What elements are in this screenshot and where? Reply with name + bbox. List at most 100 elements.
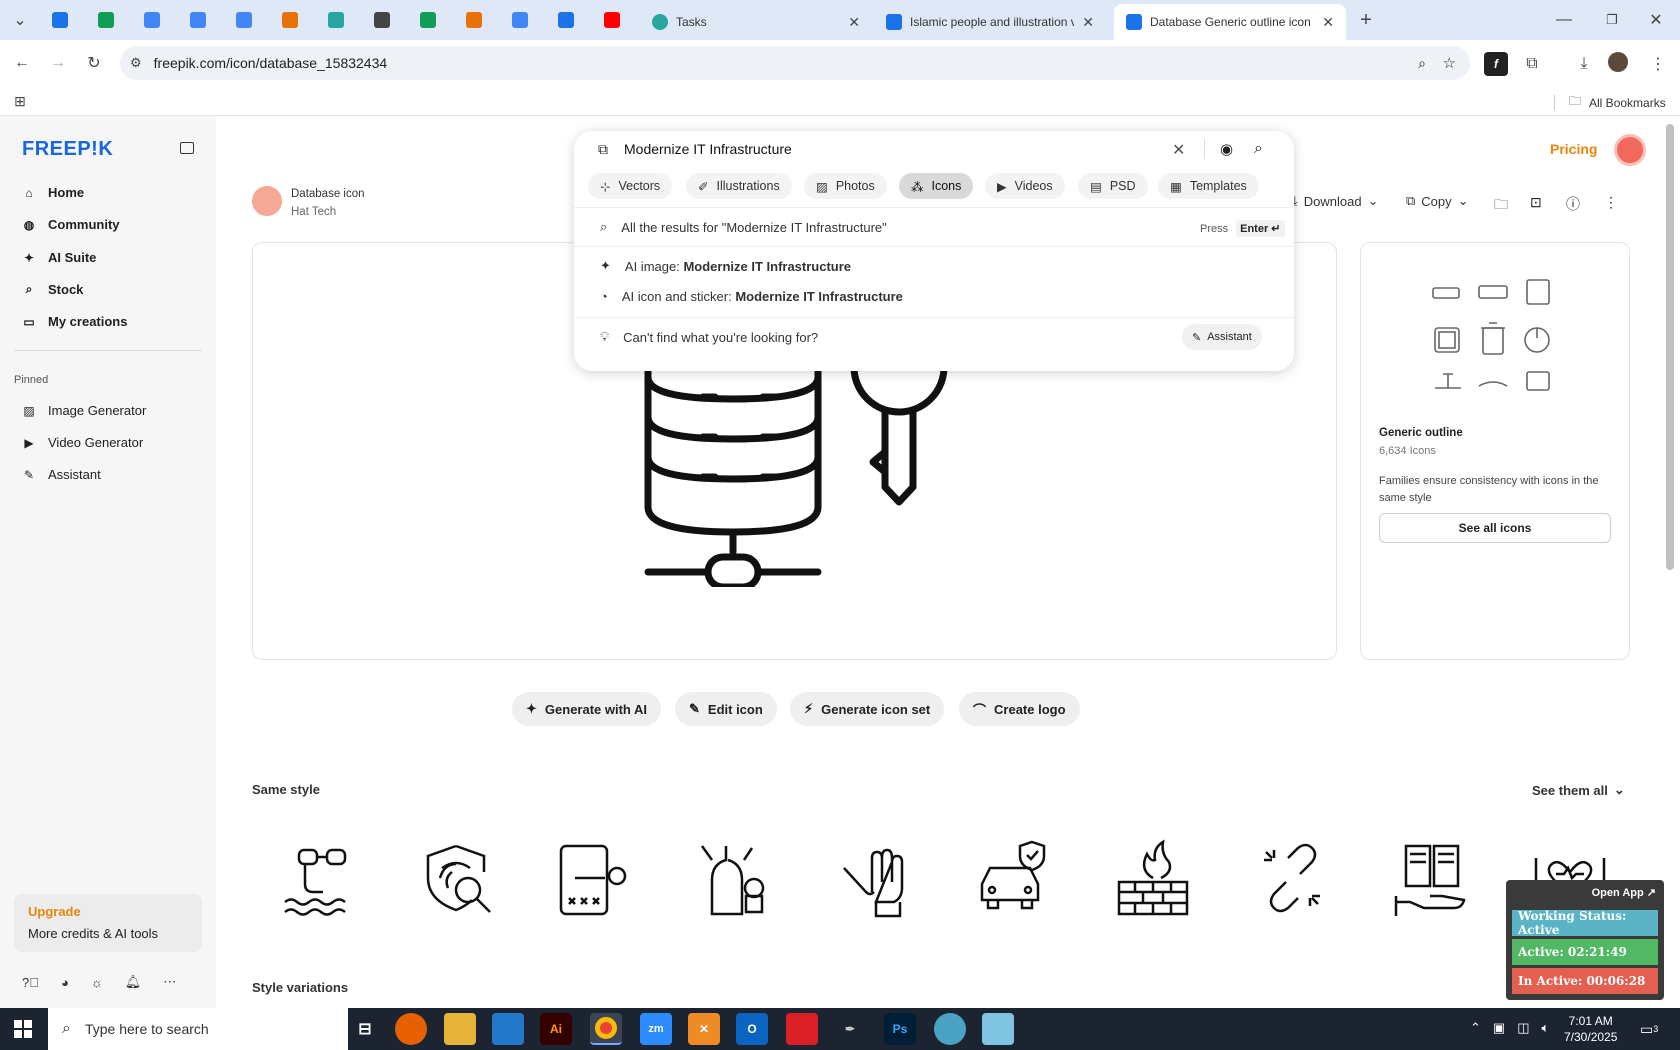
same-style-icon-phone-key[interactable] xyxy=(557,838,637,918)
site-info-icon[interactable]: ⚙ xyxy=(130,55,142,71)
close-icon[interactable]: ✕ xyxy=(848,14,860,31)
pinned-tab[interactable] xyxy=(366,6,398,34)
tray-chevron-icon[interactable]: ⌃ xyxy=(1470,1020,1481,1036)
url-text[interactable]: freepik.com/icon/database_15832434 xyxy=(154,55,388,71)
firefox-icon[interactable] xyxy=(395,1013,427,1045)
extension-fs-icon[interactable]: f xyxy=(1484,52,1508,76)
all-bookmarks[interactable]: 🗀 All Bookmarks xyxy=(1554,92,1666,113)
search-filter-icon[interactable]: ⧉ xyxy=(598,141,608,158)
profile-avatar[interactable] xyxy=(1608,52,1628,72)
pinned-tab[interactable] xyxy=(228,6,260,34)
upgrade-card[interactable]: Upgrade More credits & AI tools xyxy=(14,894,202,952)
tab-islamic-people[interactable]: Islamic people and illustration v ✕ xyxy=(874,4,1106,40)
restore-icon[interactable]: ❐ xyxy=(1600,8,1624,32)
help-icon[interactable]: ?⃝ xyxy=(22,975,39,990)
open-app-link[interactable]: Open App ↗ xyxy=(1592,886,1656,899)
taskbar-search-input[interactable]: Type here to search xyxy=(85,1021,209,1037)
tray-app-icon[interactable]: ▣ xyxy=(1493,1020,1505,1036)
pen-tool-icon[interactable]: ✒ xyxy=(834,1013,866,1045)
same-style-icon-firewall[interactable] xyxy=(1113,838,1193,918)
tab-database-icon[interactable]: Database Generic outline icon | ✕ xyxy=(1114,4,1346,40)
apps-grid-icon[interactable]: ⊞ xyxy=(8,89,32,113)
more-options-icon[interactable]: ⋮ xyxy=(1604,194,1618,211)
sidebar-item-ai-suite[interactable]: ✦ AI Suite xyxy=(22,250,96,265)
menu-kebab-icon[interactable]: ⋮ xyxy=(1646,52,1670,76)
theme-icon[interactable]: ☼ xyxy=(91,975,103,990)
sidebar-item-image-generator[interactable]: ▨ Image Generator xyxy=(22,403,146,418)
reload-icon[interactable]: ↻ xyxy=(82,51,106,75)
pinned-tab[interactable] xyxy=(596,6,628,34)
see-them-all-button[interactable]: See them all ⌄ xyxy=(1532,782,1625,798)
close-icon[interactable]: ✕ xyxy=(1082,14,1094,31)
new-tab-icon[interactable]: + xyxy=(1354,8,1378,32)
edit-icon-button[interactable]: ✎ Edit icon xyxy=(675,692,777,726)
windows-start-icon[interactable] xyxy=(14,1020,32,1038)
chip-illustrations[interactable]: ✐ Illustrations xyxy=(686,173,792,199)
assistant-button[interactable]: ✎ Assistant xyxy=(1182,324,1262,350)
discord-icon[interactable]: ◕ xyxy=(61,975,69,990)
taskbar-search[interactable]: ⌕ Type here to search xyxy=(48,1008,348,1050)
copy-button[interactable]: ⧉ Copy ⌄ xyxy=(1406,193,1469,209)
search-icon[interactable]: ⌕ xyxy=(1254,140,1263,158)
page-scrollbar[interactable] xyxy=(1666,124,1674,570)
volume-icon[interactable]: 🔈︎ xyxy=(1542,1020,1550,1036)
pinned-tab[interactable] xyxy=(412,6,444,34)
tab-tasks[interactable]: Tasks ✕ xyxy=(640,4,872,40)
download-button[interactable]: ⤓ Download ⌄ xyxy=(1292,193,1378,209)
chip-photos[interactable]: ▨ Photos xyxy=(804,173,887,199)
user-avatar[interactable] xyxy=(1614,134,1646,166)
creative-cloud-icon[interactable] xyxy=(786,1013,818,1045)
tab-search-icon[interactable]: ⌄ xyxy=(8,8,32,32)
file-explorer-icon[interactable] xyxy=(444,1013,476,1045)
asset-author[interactable]: Hat Tech xyxy=(291,206,336,218)
window-close-icon[interactable]: ✕ xyxy=(1644,8,1668,32)
family-name[interactable]: Generic outline xyxy=(1379,427,1463,439)
sidebar-item-video-generator[interactable]: ▶ Video Generator xyxy=(22,435,143,450)
sidebar-item-community[interactable]: ◍ Community xyxy=(22,217,120,232)
suggestion-ai-image[interactable]: ✦ AI image: Modernize IT Infrastructure xyxy=(600,258,851,274)
vscode-icon[interactable] xyxy=(492,1013,524,1045)
forward-icon[interactable]: → xyxy=(46,51,70,75)
pinned-tab[interactable] xyxy=(504,6,536,34)
same-style-icon-fingerprint[interactable] xyxy=(418,838,498,918)
same-style-icon-cooking[interactable] xyxy=(696,838,776,918)
collapse-sidebar-icon[interactable] xyxy=(180,142,194,154)
generate-with-ai-button[interactable]: ✦ Generate with AI xyxy=(512,692,662,726)
zoom-app-icon[interactable]: zm xyxy=(640,1013,672,1045)
pinned-tab[interactable] xyxy=(320,6,352,34)
back-icon[interactable]: ← xyxy=(10,51,34,75)
pricing-link[interactable]: Pricing xyxy=(1550,141,1597,157)
chip-psd[interactable]: ▤ PSD xyxy=(1078,173,1148,199)
network-icon[interactable]: ◫ xyxy=(1517,1020,1529,1036)
pinned-tab[interactable] xyxy=(274,6,306,34)
clear-search-icon[interactable]: ✕ xyxy=(1172,140,1185,160)
add-to-collection-icon[interactable]: 🗀 xyxy=(1494,194,1508,218)
chrome-icon[interactable] xyxy=(590,1013,622,1045)
notification-center-icon[interactable]: ▭ 3 xyxy=(1640,1018,1666,1040)
minimize-icon[interactable]: — xyxy=(1552,8,1576,32)
chip-icons[interactable]: ⁂ Icons xyxy=(899,173,974,199)
zoom-icon[interactable]: ⌕ xyxy=(1418,55,1426,72)
illustrator-icon[interactable]: Ai xyxy=(540,1013,572,1045)
same-style-icon-gloves[interactable] xyxy=(836,838,916,918)
omnibox[interactable]: ⚙ freepik.com/icon/database_15832434 ⌕ ☆ xyxy=(120,46,1470,80)
more-icon[interactable]: ⋯ xyxy=(163,974,176,990)
camera-search-icon[interactable]: ◉ xyxy=(1220,140,1233,158)
same-style-icon-pipe[interactable] xyxy=(279,838,359,918)
author-avatar[interactable] xyxy=(252,186,282,216)
photoshop-icon[interactable]: Ps xyxy=(884,1013,916,1045)
sidebar-item-my-creations[interactable]: ▭ My creations xyxy=(22,314,127,329)
same-style-icon-broken-chain[interactable] xyxy=(1252,838,1332,918)
same-style-icon-book-hand[interactable] xyxy=(1392,838,1472,918)
generate-icon-set-button[interactable]: ⚡︎ Generate icon set xyxy=(790,692,945,726)
pinned-tab[interactable] xyxy=(550,6,582,34)
task-view-icon[interactable]: ⊟ xyxy=(349,1013,381,1045)
pinned-tab[interactable] xyxy=(90,6,122,34)
info-icon[interactable]: ⓘ xyxy=(1566,194,1580,214)
see-all-icons-button[interactable]: See all icons xyxy=(1379,513,1611,543)
pinned-tab[interactable] xyxy=(182,6,214,34)
bookmark-star-icon[interactable]: ☆ xyxy=(1443,54,1456,72)
close-icon[interactable]: ✕ xyxy=(1322,14,1334,31)
app-diamond-icon[interactable] xyxy=(934,1013,966,1045)
suggestion-all-results[interactable]: ⌕ All the results for "Modernize IT Infra… xyxy=(600,219,887,235)
